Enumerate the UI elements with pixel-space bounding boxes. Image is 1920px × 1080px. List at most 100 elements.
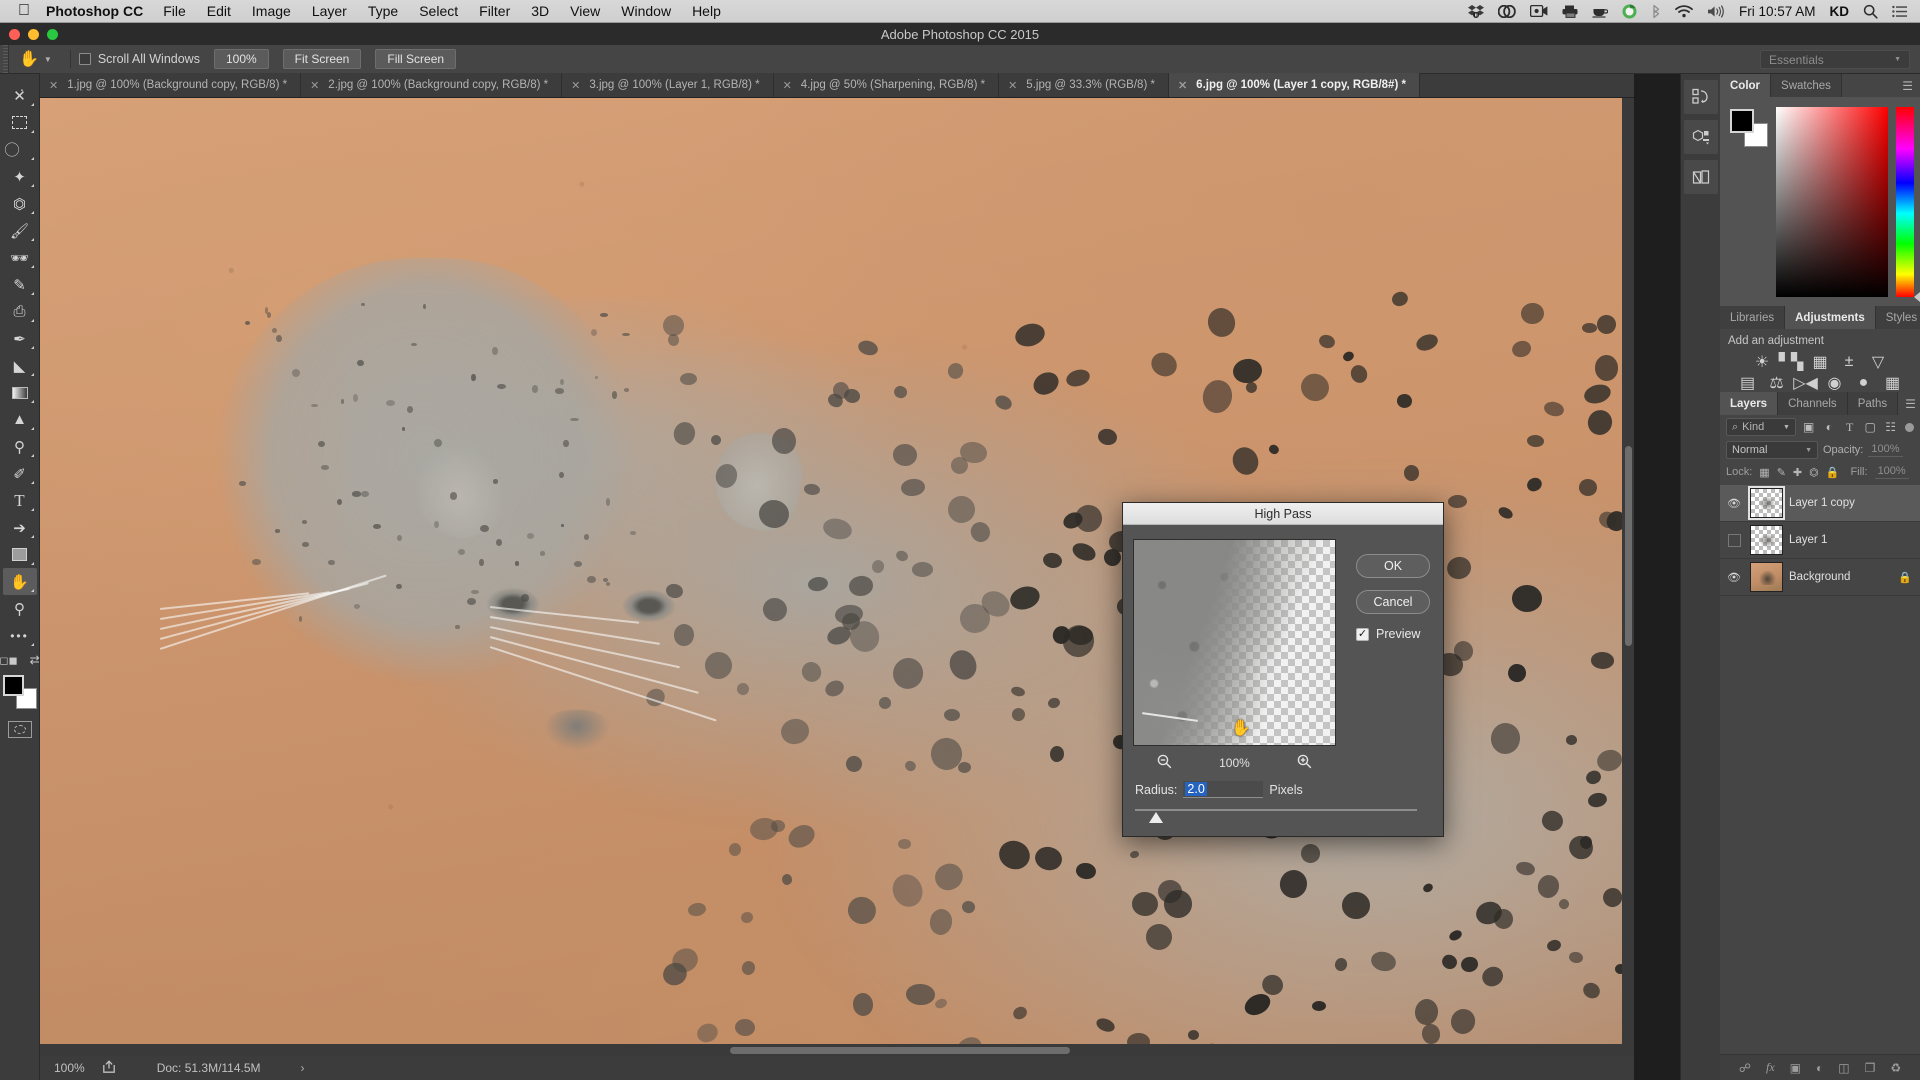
type-filter-icon[interactable]: T: [1842, 420, 1857, 435]
clone-stamp-tool[interactable]: ⎙: [3, 298, 37, 325]
chevron-down-icon[interactable]: ▼: [44, 55, 52, 64]
slider-thumb[interactable]: [1149, 812, 1163, 823]
dropbox-icon[interactable]: [1467, 4, 1484, 18]
color-ramp[interactable]: [1776, 107, 1888, 297]
menu-window[interactable]: Window: [621, 3, 671, 19]
slider-track[interactable]: [1135, 809, 1417, 811]
menu-edit[interactable]: Edit: [207, 3, 231, 19]
close-icon[interactable]: ✕: [1008, 79, 1017, 92]
menu-bar-user[interactable]: KD: [1830, 4, 1850, 19]
eraser-tool[interactable]: ◣: [3, 352, 37, 379]
brush-tool[interactable]: ✎: [3, 271, 37, 298]
menu-3d[interactable]: 3D: [531, 3, 549, 19]
tab-libraries[interactable]: Libraries: [1720, 306, 1786, 329]
menu-select[interactable]: Select: [419, 3, 458, 19]
black-white-icon[interactable]: ▷◀: [1793, 374, 1818, 392]
healing-brush-tool[interactable]: 🕶: [3, 244, 37, 271]
quick-mask-icon[interactable]: [7, 721, 32, 738]
close-icon[interactable]: ✕: [49, 79, 58, 92]
tab-styles[interactable]: Styles: [1875, 306, 1920, 329]
curves-icon[interactable]: ▦: [1811, 353, 1830, 371]
path-selection-tool[interactable]: ➔: [3, 514, 37, 541]
close-icon[interactable]: ✕: [783, 79, 792, 92]
layer-kind-filter[interactable]: ⌕ Kind ▼: [1726, 418, 1796, 436]
lock-image-icon[interactable]: ✎: [1777, 466, 1786, 479]
close-button[interactable]: [9, 29, 20, 40]
layer-thumbnail[interactable]: [1750, 525, 1783, 555]
layer-name[interactable]: Layer 1: [1789, 534, 1920, 546]
link-layers-icon[interactable]: ☍: [1739, 1061, 1751, 1075]
lock-position-icon[interactable]: ✚: [1793, 466, 1802, 479]
eyedropper-tool[interactable]: 🖌: [3, 217, 37, 244]
photo-filter-icon[interactable]: ◉: [1825, 374, 1844, 392]
close-icon[interactable]: ✕: [571, 79, 580, 92]
checkbox-box[interactable]: ✓: [1356, 627, 1369, 641]
history-brush-tool[interactable]: ✒: [3, 325, 37, 352]
layer-row[interactable]: 👁 Layer 1 copy: [1720, 485, 1920, 522]
marquee-tool[interactable]: [3, 109, 37, 136]
printer-icon[interactable]: [1562, 5, 1578, 18]
menu-help[interactable]: Help: [692, 3, 721, 19]
smart-object-filter-icon[interactable]: ☷: [1883, 420, 1898, 434]
zoom-100-button[interactable]: 100%: [213, 49, 269, 69]
fill-screen-button[interactable]: Fill Screen: [375, 49, 457, 69]
menu-file[interactable]: File: [163, 3, 186, 19]
vibrance-icon[interactable]: ▽: [1869, 353, 1888, 371]
fit-screen-button[interactable]: Fit Screen: [282, 49, 362, 69]
pen-tool[interactable]: ✐: [3, 460, 37, 487]
new-group-icon[interactable]: ◫: [1838, 1061, 1849, 1075]
document-tab-3[interactable]: ✕ 3.jpg @ 100% (Layer 1, RGB/8) *: [562, 73, 774, 97]
status-chevron-icon[interactable]: ›: [301, 1061, 305, 1075]
status-zoom-level[interactable]: 100%: [40, 1061, 103, 1075]
lock-all-icon[interactable]: 🔒: [1826, 466, 1840, 479]
foreground-color-chip[interactable]: [1730, 109, 1754, 133]
close-icon[interactable]: ✕: [1178, 79, 1187, 92]
document-tab-6[interactable]: ✕ 6.jpg @ 100% (Layer 1 copy, RGB/8#) *: [1168, 73, 1420, 97]
tab-color[interactable]: Color: [1720, 74, 1772, 97]
radius-slider[interactable]: [1135, 809, 1417, 823]
hand-tool[interactable]: ✋: [2, 568, 37, 595]
tab-swatches[interactable]: Swatches: [1771, 74, 1842, 97]
volume-icon[interactable]: [1707, 4, 1725, 18]
cancel-button[interactable]: Cancel: [1356, 590, 1430, 614]
filter-preview[interactable]: ✋: [1133, 539, 1336, 746]
type-tool[interactable]: T: [3, 487, 37, 514]
caffeine-icon[interactable]: [1592, 5, 1608, 18]
layer-thumbnail[interactable]: [1748, 486, 1785, 520]
checkbox-box[interactable]: [78, 53, 91, 65]
zoom-tool[interactable]: ⚲: [3, 595, 37, 622]
tab-adjustments[interactable]: Adjustments: [1785, 306, 1876, 329]
document-tab-1[interactable]: ✕ 1.jpg @ 100% (Background copy, RGB/8) …: [40, 73, 302, 97]
app-name-label[interactable]: Photoshop CC: [46, 3, 143, 19]
scroll-all-windows-checkbox[interactable]: Scroll All Windows: [78, 52, 200, 66]
menu-layer[interactable]: Layer: [312, 3, 347, 19]
lock-artboard-icon[interactable]: ⏣: [1809, 466, 1819, 479]
preview-checkbox[interactable]: ✓ Preview: [1356, 627, 1430, 641]
layer-visibility-toggle[interactable]: [1724, 533, 1744, 547]
color-lookup-icon[interactable]: ▦: [1883, 374, 1902, 392]
tab-channels[interactable]: Channels: [1778, 392, 1848, 415]
pixel-filter-icon[interactable]: ▣: [1801, 420, 1816, 434]
default-colors-icon[interactable]: ◻◼: [0, 654, 18, 667]
dodge-tool[interactable]: ⚲: [3, 433, 37, 460]
active-tool-indicator[interactable]: ✋ ▼: [9, 49, 62, 69]
layer-row[interactable]: Layer 1: [1720, 522, 1920, 559]
creative-cloud-icon[interactable]: [1497, 4, 1516, 18]
hue-strip[interactable]: [1896, 107, 1914, 297]
fill-value[interactable]: 100%: [1874, 465, 1909, 479]
levels-icon[interactable]: ▘▚: [1779, 353, 1804, 371]
channel-mixer-icon[interactable]: ●: [1854, 374, 1873, 391]
menu-image[interactable]: Image: [252, 3, 291, 19]
document-tab-5[interactable]: ✕ 5.jpg @ 33.3% (RGB/8) *: [999, 73, 1169, 97]
tab-paths[interactable]: Paths: [1847, 392, 1899, 415]
history-panel-icon[interactable]: [1683, 80, 1718, 114]
search-icon[interactable]: [1863, 4, 1878, 19]
tab-layers[interactable]: Layers: [1720, 392, 1779, 415]
share-icon[interactable]: [102, 1060, 117, 1076]
radius-input[interactable]: 2.0: [1183, 781, 1264, 798]
close-icon[interactable]: ✕: [310, 79, 319, 92]
panel-menu-icon[interactable]: ☰: [1895, 74, 1920, 97]
crop-tool[interactable]: ⏣: [3, 190, 37, 217]
wifi-icon[interactable]: [1675, 4, 1693, 18]
maximize-button[interactable]: [47, 29, 58, 40]
